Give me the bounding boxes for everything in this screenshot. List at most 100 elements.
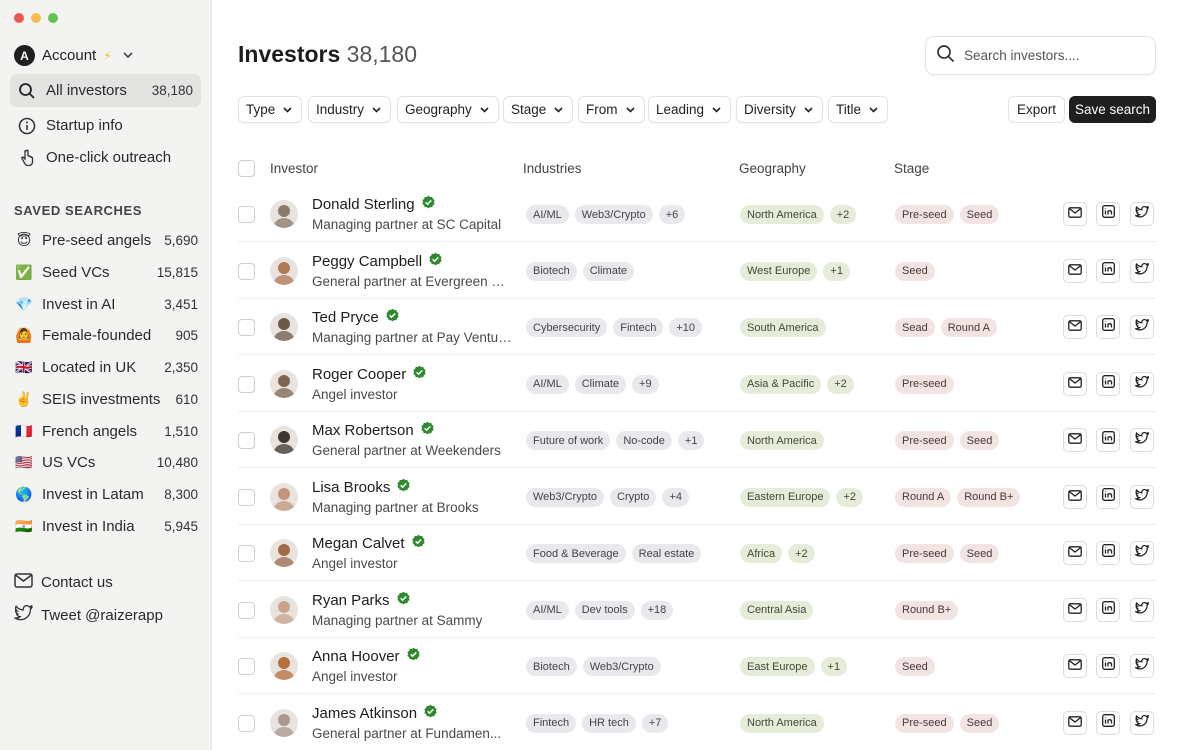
table-row[interactable]: Max Robertson General partner at Weekende… [238, 412, 1156, 468]
email-button[interactable] [1063, 541, 1087, 565]
stage-chip[interactable]: Pre-seed [895, 205, 954, 224]
industries-chip[interactable]: +4 [662, 487, 689, 507]
linkedin-button[interactable] [1096, 258, 1120, 283]
email-button[interactable] [1063, 597, 1087, 622]
investor-name[interactable]: Ted Pryce [312, 308, 400, 327]
row-checkbox[interactable] [238, 206, 255, 223]
saved-search-item[interactable]: 🌎 Invest in Latam 8,300 [14, 480, 198, 508]
twitter-button[interactable] [1130, 710, 1154, 735]
geography-chip[interactable]: North America [740, 431, 824, 450]
twitter-button[interactable] [1130, 597, 1154, 622]
industries-chip[interactable]: Web3/Crypto [582, 657, 661, 676]
row-checkbox[interactable] [238, 658, 255, 675]
investor-name[interactable]: Anna Hoover [312, 647, 421, 666]
industries-chip[interactable]: Crypto [610, 487, 657, 507]
email-button[interactable] [1063, 258, 1087, 283]
geography-chip[interactable]: Eastern Europe [740, 487, 831, 507]
industries-chip[interactable]: Cybersecurity [526, 318, 608, 337]
saved-search-item[interactable]: 💎 Invest in AI 3,451 [14, 290, 198, 318]
industries-chip[interactable]: Climate [574, 374, 627, 394]
filter-stage[interactable]: Stage [503, 96, 574, 123]
industries-chip[interactable]: Fintech [613, 318, 664, 337]
row-checkbox[interactable] [238, 488, 255, 506]
contact-us-link[interactable]: Contact us [14, 573, 113, 592]
select-all-checkbox[interactable] [238, 160, 255, 177]
saved-search-item[interactable]: 😇 Pre-seed angels 5,690 [14, 226, 198, 254]
stage-chip[interactable]: Pre-seed [895, 713, 954, 733]
twitter-button[interactable] [1130, 484, 1154, 509]
linkedin-button[interactable] [1096, 541, 1120, 565]
stage-chip[interactable]: Round B+ [957, 487, 1021, 507]
industries-chip[interactable]: +6 [658, 205, 686, 224]
stage-chip[interactable]: Seed [959, 713, 1000, 733]
email-button[interactable] [1063, 484, 1087, 509]
table-row[interactable]: Lisa Brooks Managing partner at Brooks Web… [238, 469, 1156, 525]
linkedin-button[interactable] [1096, 371, 1120, 396]
geography-chip[interactable]: Central Asia [740, 600, 814, 620]
row-checkbox[interactable] [238, 375, 255, 393]
investor-name[interactable]: Megan Calvet [312, 534, 426, 553]
table-row[interactable]: James Atkinson General partner at Fundame… [238, 695, 1156, 750]
table-row[interactable]: Anna Hoover Angel investor Biotech Web3/Cry… [238, 638, 1156, 694]
industries-chip[interactable]: Climate [582, 261, 634, 281]
filter-type[interactable]: Type [238, 96, 303, 123]
investor-name[interactable]: Peggy Campbell [312, 252, 443, 271]
industries-chip[interactable]: AI/ML [526, 374, 569, 394]
industries-chip[interactable]: AI/ML [526, 600, 569, 620]
industries-chip[interactable]: +7 [641, 713, 669, 733]
linkedin-button[interactable] [1096, 484, 1120, 509]
twitter-button[interactable] [1130, 371, 1154, 396]
table-row[interactable]: Ryan Parks Managing partner at Sammy AI/ML… [238, 582, 1156, 638]
table-row[interactable]: Megan Calvet Angel investor Food & Beverag… [238, 525, 1156, 581]
industries-chip[interactable]: AI/ML [526, 205, 569, 224]
table-row[interactable]: Donald Sterling Managing partner at SC Ca… [238, 186, 1156, 242]
row-checkbox[interactable] [238, 319, 255, 336]
minimize-window-button[interactable] [31, 13, 41, 23]
industries-chip[interactable]: Web3/Crypto [574, 205, 653, 224]
geography-chip[interactable]: +2 [827, 374, 854, 394]
nav-startup-info[interactable]: Startup info [10, 109, 201, 142]
linkedin-button[interactable] [1096, 597, 1120, 622]
row-checkbox[interactable] [238, 545, 255, 562]
linkedin-button[interactable] [1096, 428, 1120, 452]
filter-from[interactable]: From [578, 96, 645, 123]
email-button[interactable] [1063, 371, 1087, 396]
search-input[interactable] [964, 48, 1144, 63]
linkedin-button[interactable] [1096, 202, 1120, 226]
filter-diversity[interactable]: Diversity [736, 96, 823, 123]
saved-search-item[interactable]: ✌️ SEIS investments 610 [14, 385, 198, 413]
saved-search-item[interactable]: ✅ Seed VCs 15,815 [14, 258, 198, 286]
stage-chip[interactable]: Pre-seed [895, 544, 954, 563]
investor-name[interactable]: Ryan Parks [312, 591, 411, 610]
twitter-button[interactable] [1130, 541, 1154, 565]
email-button[interactable] [1063, 315, 1087, 339]
linkedin-button[interactable] [1096, 654, 1120, 678]
stage-chip[interactable]: Seed [959, 431, 1000, 450]
industries-chip[interactable]: Biotech [526, 261, 577, 281]
row-checkbox[interactable] [238, 714, 255, 732]
maximize-window-button[interactable] [48, 13, 58, 23]
tweet-link[interactable]: Tweet @raizerapp [12, 604, 163, 625]
save-search-button[interactable]: Save search [1069, 96, 1156, 123]
stage-chip[interactable]: Seed [895, 261, 935, 281]
search-box[interactable] [925, 36, 1156, 75]
geography-chip[interactable]: +2 [788, 544, 815, 563]
email-button[interactable] [1063, 710, 1087, 735]
table-row[interactable]: Peggy Campbell General partner at Evergre… [238, 243, 1156, 299]
table-row[interactable]: Ted Pryce Managing partner at Pay Venture… [238, 299, 1156, 355]
twitter-button[interactable] [1130, 428, 1154, 452]
geography-chip[interactable]: +2 [829, 205, 857, 224]
geography-chip[interactable]: +1 [823, 261, 850, 281]
twitter-button[interactable] [1130, 258, 1154, 283]
stage-chip[interactable]: Round A [940, 318, 997, 337]
industries-chip[interactable]: Real estate [631, 544, 702, 563]
geography-chip[interactable]: North America [740, 205, 824, 224]
close-window-button[interactable] [14, 13, 24, 23]
industries-chip[interactable]: +9 [632, 374, 659, 394]
stage-chip[interactable]: Pre-seed [895, 374, 954, 394]
stage-chip[interactable]: Seed [959, 205, 1000, 224]
linkedin-button[interactable] [1096, 710, 1120, 735]
row-checkbox[interactable] [238, 601, 255, 619]
stage-chip[interactable]: Seed [895, 657, 935, 676]
geography-chip[interactable]: Africa [740, 544, 783, 563]
